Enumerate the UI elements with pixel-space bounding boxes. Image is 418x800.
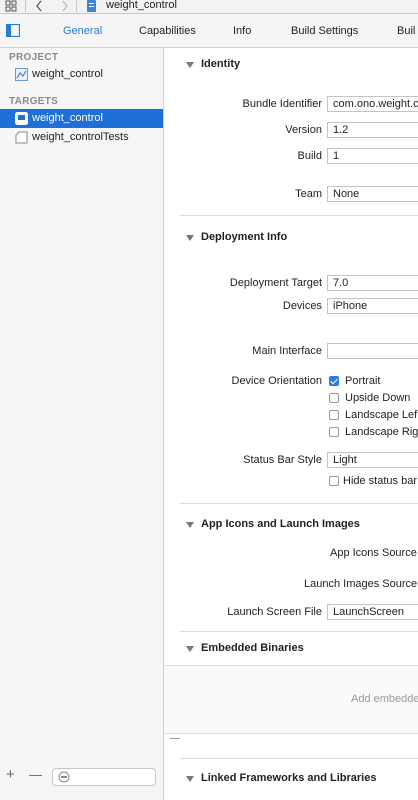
test-bundle-icon: [15, 131, 28, 144]
landscape-right-label: Landscape Rig: [345, 426, 418, 438]
sidebar-item-label: weight_control: [32, 68, 103, 80]
deployment-target-label: Deployment Target: [229, 277, 322, 289]
bundle-identifier-label: Bundle Identifier: [242, 98, 323, 110]
app-target-icon: [15, 112, 28, 125]
tab-build-settings[interactable]: Build Settings: [291, 25, 358, 37]
filter-field[interactable]: [52, 768, 156, 786]
sidebar-item-weight-control[interactable]: weight_control: [0, 109, 163, 128]
sidebar-item-project[interactable]: weight_control: [0, 65, 163, 84]
status-bar-style-select[interactable]: Light: [327, 452, 418, 468]
launch-screen-file-field[interactable]: LaunchScreen: [327, 604, 418, 620]
filter-icon: [58, 771, 70, 783]
team-label: Team: [295, 188, 322, 200]
upside-down-checkbox[interactable]: [329, 393, 339, 403]
divider: [180, 215, 418, 216]
divider: [25, 0, 26, 12]
sidebar-toggle-icon[interactable]: [6, 24, 20, 37]
app-icons-source-text: App Icons Source: [330, 547, 417, 559]
landscape-right-checkbox[interactable]: [329, 427, 339, 437]
disclosure-triangle-icon[interactable]: [186, 646, 194, 652]
tab-build-phases[interactable]: Buil: [397, 25, 415, 37]
main-interface-field[interactable]: [327, 343, 418, 359]
sidebar: PROJECT weight_control TARGETS weight_co…: [0, 48, 164, 800]
portrait-label: Portrait: [345, 375, 381, 387]
grid-icon[interactable]: [5, 0, 17, 12]
devices-select[interactable]: iPhone: [327, 298, 418, 314]
divider: [76, 0, 77, 12]
version-field[interactable]: 1.2: [327, 122, 418, 138]
project-file-icon: [87, 0, 96, 12]
tab-general[interactable]: General: [63, 25, 102, 37]
launch-screen-file-label: Launch Screen File: [227, 606, 322, 618]
device-orientation-label: Device Orientation: [231, 375, 323, 387]
breadcrumb[interactable]: weight_control: [106, 0, 177, 11]
disclosure-triangle-icon[interactable]: [186, 776, 194, 782]
disclosure-triangle-icon[interactable]: [186, 62, 194, 68]
devices-label: Devices: [282, 300, 322, 312]
bundle-identifier-field[interactable]: com.ono.weight.c: [327, 96, 418, 112]
tab-capabilities[interactable]: Capabilities: [139, 25, 196, 37]
hide-status-bar-label: Hide status bar: [343, 475, 417, 487]
add-target-button[interactable]: +: [6, 766, 15, 783]
landscape-left-label: Landscape Lef: [345, 409, 418, 421]
status-bar-style-label: Status Bar Style: [243, 454, 322, 466]
version-label: Version: [285, 124, 322, 136]
section-title-identity: Identity: [201, 58, 241, 70]
tab-info[interactable]: Info: [233, 25, 251, 37]
main-interface-label: Main Interface: [252, 345, 322, 357]
targets-section-header: TARGETS: [9, 96, 59, 107]
sidebar-item-weight-control-tests[interactable]: weight_controlTests: [0, 128, 163, 147]
deployment-target-select[interactable]: 7.0: [327, 275, 418, 291]
project-file-icon: [15, 68, 28, 81]
project-section-header: PROJECT: [9, 52, 59, 63]
disclosure-triangle-icon[interactable]: [186, 522, 194, 528]
jump-bar: weight_control: [0, 0, 418, 14]
launch-images-source-text: Launch Images Source: [304, 578, 418, 590]
embedded-binaries-list[interactable]: Add embedde: [164, 665, 418, 734]
portrait-checkbox[interactable]: [329, 376, 339, 386]
section-title-linked-frameworks: Linked Frameworks and Libraries: [201, 772, 377, 784]
chevron-left-icon[interactable]: [35, 0, 43, 12]
sidebar-item-label: weight_controlTests: [32, 131, 129, 143]
upside-down-label: Upside Down: [345, 392, 411, 404]
section-title-embedded-binaries: Embedded Binaries: [201, 642, 304, 654]
embedded-binaries-placeholder: Add embedde: [351, 693, 418, 705]
divider: [180, 758, 418, 759]
divider: [180, 503, 418, 504]
section-title-deployment-info: Deployment Info: [201, 231, 288, 243]
build-field[interactable]: 1: [327, 148, 418, 164]
remove-target-button[interactable]: —: [29, 767, 42, 782]
landscape-left-checkbox[interactable]: [329, 410, 339, 420]
hide-status-bar-checkbox[interactable]: [329, 476, 339, 486]
general-settings-editor: Identity Bundle Identifier com.ono.weigh…: [164, 48, 418, 800]
chevron-right-icon[interactable]: [61, 0, 69, 12]
team-select[interactable]: None: [327, 186, 418, 202]
tab-bar: General Capabilities Info Build Settings…: [0, 14, 418, 48]
divider: [180, 631, 418, 632]
build-label: Build: [297, 150, 322, 162]
sidebar-item-label: weight_control: [32, 112, 103, 124]
disclosure-triangle-icon[interactable]: [186, 235, 194, 241]
remove-embedded-button[interactable]: [170, 738, 180, 739]
section-title-app-icons: App Icons and Launch Images: [201, 518, 360, 530]
